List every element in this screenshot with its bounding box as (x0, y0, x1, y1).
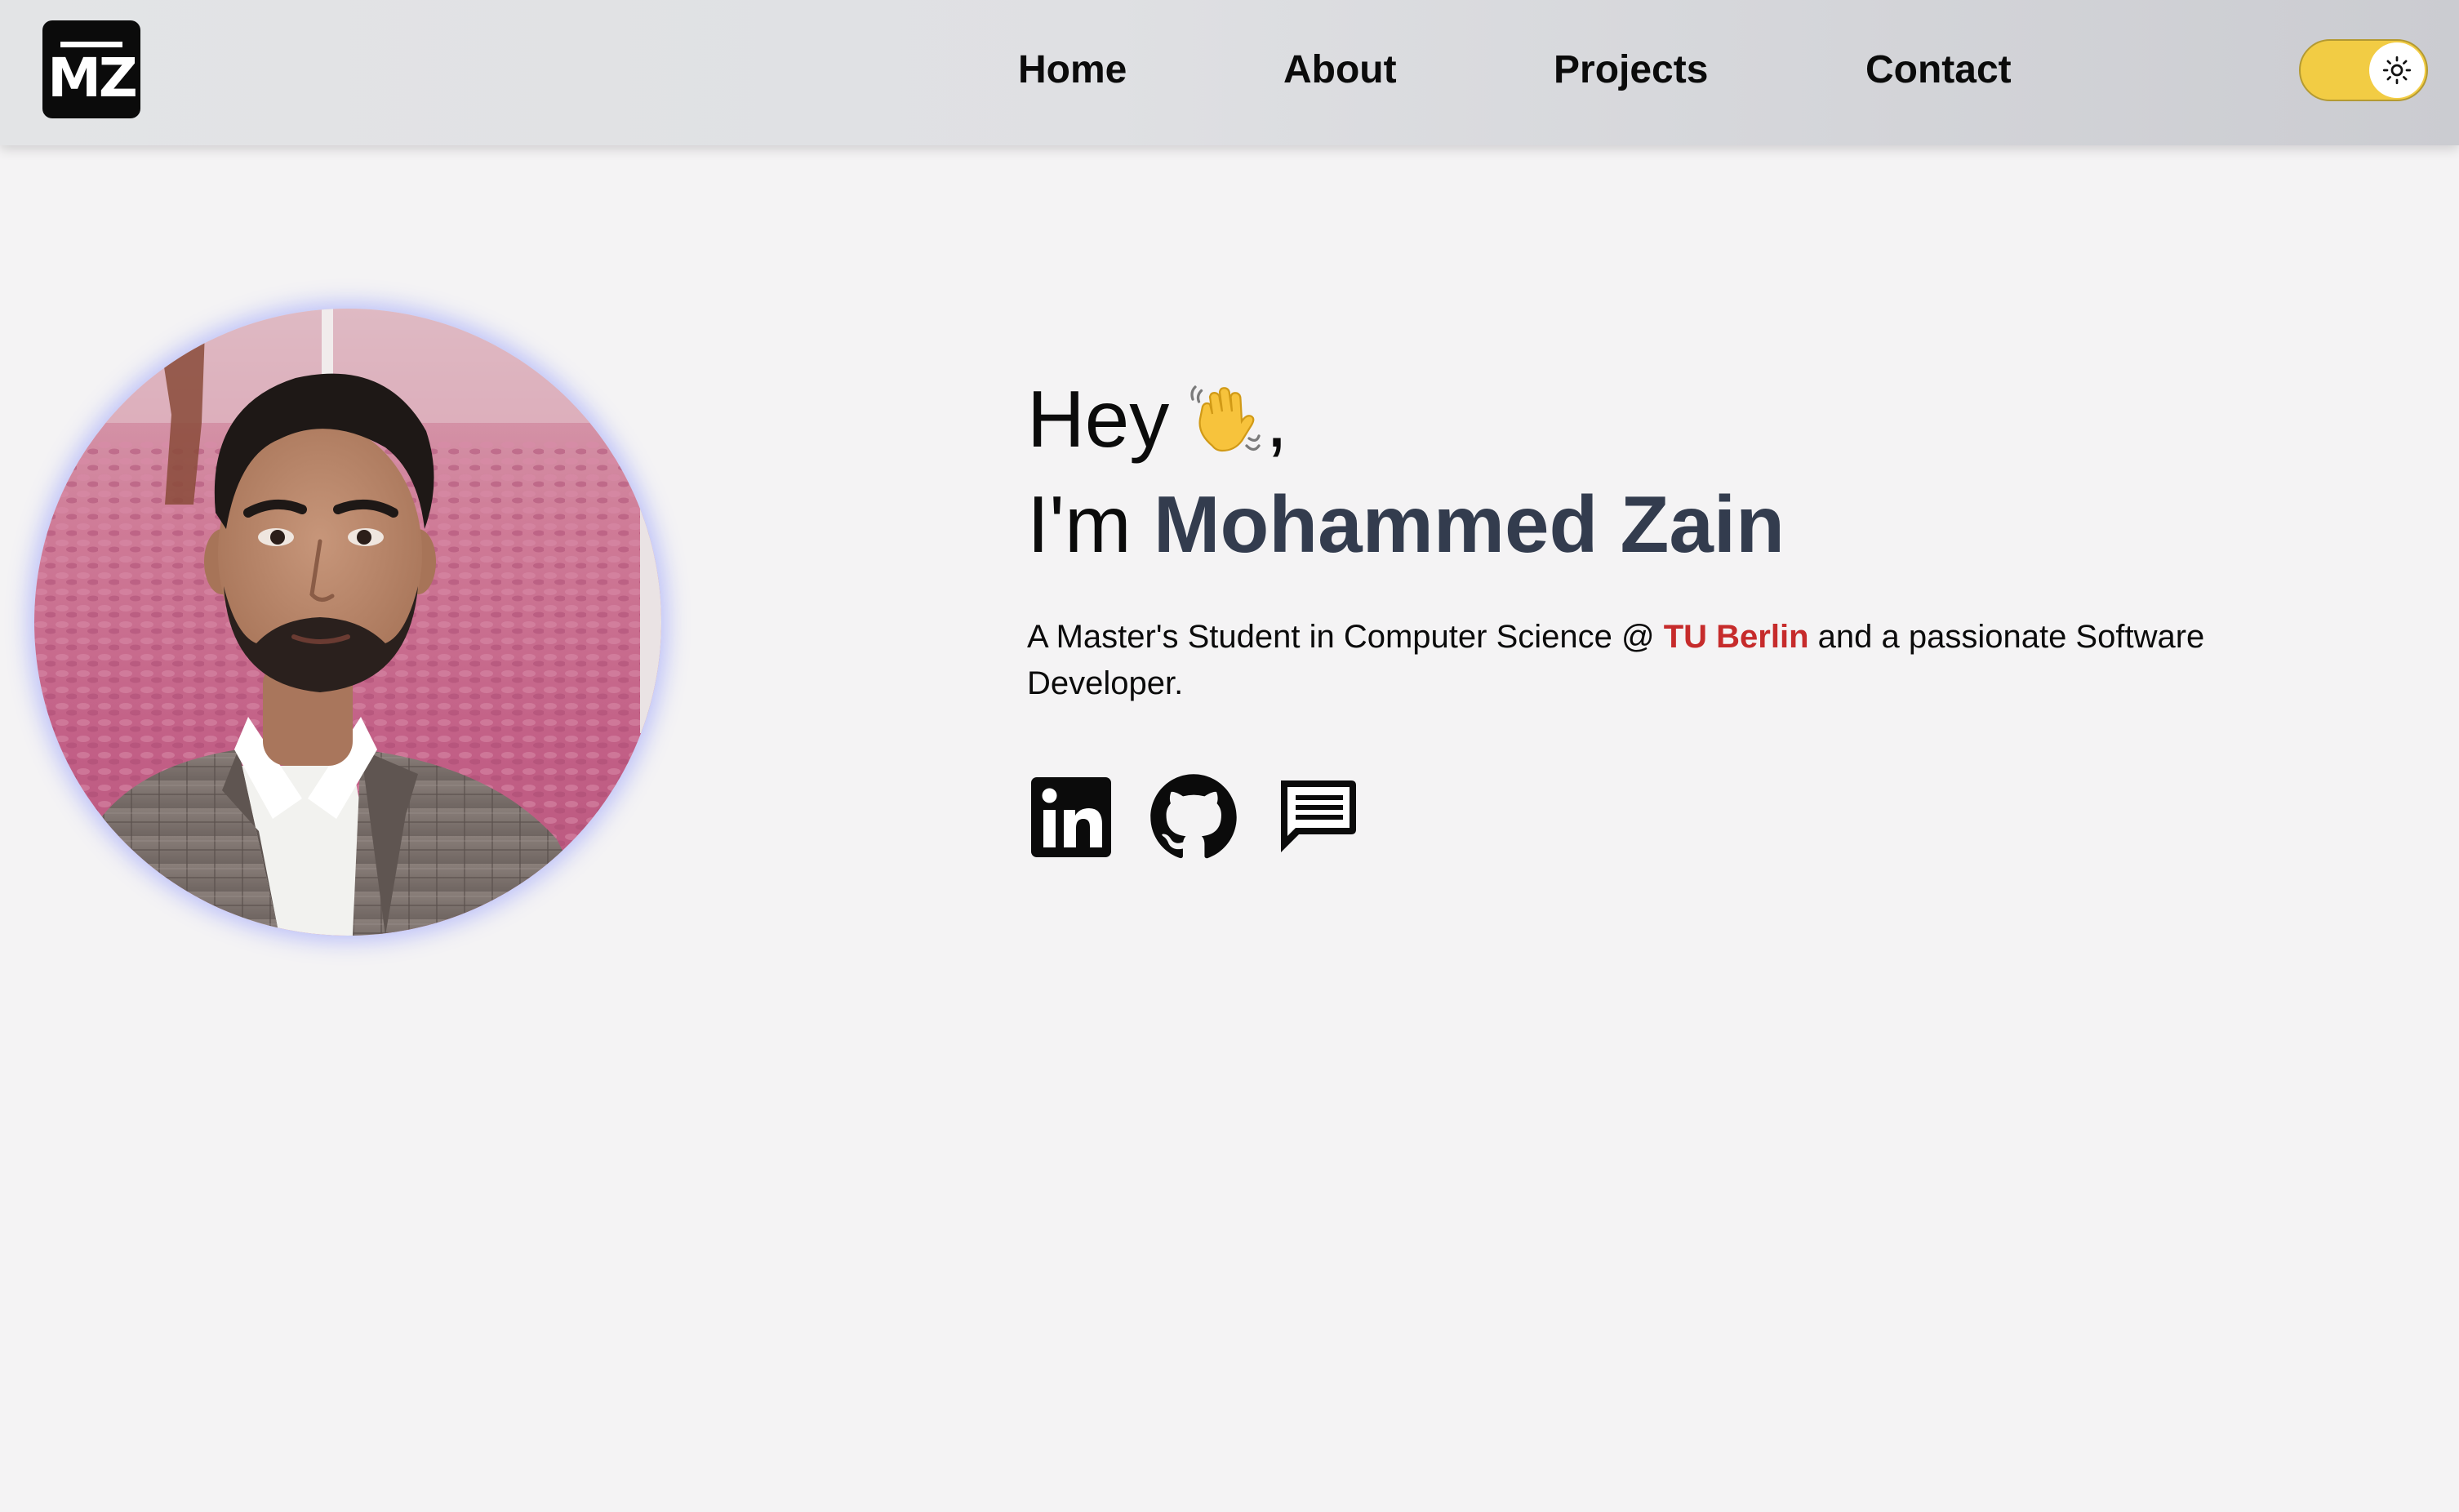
github-link[interactable] (1149, 772, 1238, 862)
sun-icon (2382, 56, 2412, 85)
toggle-knob (2369, 42, 2425, 98)
hero-intro: I'm Mohammed Zain (1027, 477, 1785, 571)
waving-hand-icon (1185, 380, 1264, 478)
theme-toggle[interactable] (2299, 39, 2428, 101)
profile-photo (34, 309, 661, 936)
hero-name: Mohammed Zain (1153, 479, 1785, 569)
greeting-text: Hey (1027, 374, 1170, 464)
logo[interactable]: MZ (42, 20, 140, 118)
university-link[interactable]: TU Berlin (1664, 619, 1809, 655)
logo-text: MZ (47, 47, 138, 109)
message-link[interactable] (1271, 772, 1361, 862)
desc-text-1: A Master's Student in Computer Science @ (1027, 619, 1664, 655)
nav-projects-link[interactable]: Projects (1554, 49, 1708, 91)
intro-prefix: I'm (1027, 479, 1132, 569)
hero-description: A Master's Student in Computer Science @… (1027, 614, 2268, 707)
linkedin-icon (1031, 777, 1111, 857)
hero-greeting: Hey , (1027, 371, 1288, 478)
github-icon (1150, 774, 1237, 859)
message-icon (1281, 780, 1356, 852)
nav-home-link[interactable]: Home (1018, 49, 1127, 91)
nav-about-link[interactable]: About (1283, 49, 1397, 91)
navbar: MZ Home About Projects Contact (0, 0, 2459, 145)
linkedin-link[interactable] (1027, 772, 1117, 862)
nav-contact-link[interactable]: Contact (1865, 49, 2012, 91)
greeting-comma: , (1265, 374, 1288, 464)
